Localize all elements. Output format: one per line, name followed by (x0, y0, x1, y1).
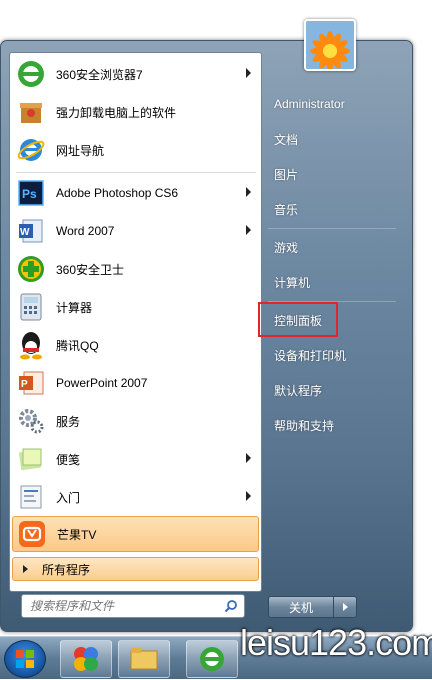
folder-icon (130, 648, 158, 670)
search-input[interactable] (28, 598, 222, 614)
divider (16, 172, 256, 173)
program-label: 芒果TV (57, 527, 97, 542)
360-browser-icon (14, 57, 48, 91)
watermark: leisu123.com (240, 622, 432, 663)
program-item-word[interactable]: W Word 2007 (10, 212, 261, 250)
shutdown-options-button[interactable] (333, 596, 357, 618)
flower-image (306, 21, 354, 69)
taskbar-browser-icon[interactable] (186, 640, 238, 678)
divider (268, 228, 396, 229)
program-item-calculator[interactable]: 计算器 (10, 288, 261, 326)
program-label: 入门 (56, 490, 81, 505)
start-orb-icon[interactable] (4, 640, 46, 678)
pictures-label: 图片 (274, 167, 299, 182)
photoshop-icon: Ps (14, 176, 48, 210)
user-name-link[interactable]: Administrator (268, 91, 398, 117)
word-icon: W (14, 214, 48, 248)
program-label: 服务 (56, 414, 81, 429)
program-item-360-safe[interactable]: 360安全卫士 (10, 250, 261, 288)
shutdown-label: 关机 (288, 600, 313, 615)
program-item-powerpoint[interactable]: P PowerPoint 2007 (10, 364, 261, 402)
documents-label: 文档 (274, 132, 299, 147)
360-browser-icon (200, 647, 224, 671)
taskbar-app-icon[interactable] (60, 640, 112, 678)
games-link[interactable]: 游戏 (268, 234, 398, 260)
qq-icon (14, 328, 48, 362)
submenu-arrow-icon[interactable] (246, 225, 251, 235)
music-link[interactable]: 音乐 (268, 196, 398, 222)
program-label: 腾讯QQ (56, 338, 99, 353)
music-label: 音乐 (274, 202, 299, 217)
mango-tv-icon (15, 517, 49, 551)
program-item-getting-started[interactable]: 入门 (10, 478, 261, 516)
program-item-sticky-notes[interactable]: 便笺 (10, 440, 261, 478)
getting-started-icon (14, 480, 48, 514)
program-label: 计算器 (56, 300, 93, 315)
submenu-arrow-icon[interactable] (246, 453, 251, 463)
program-item-url-nav[interactable]: 网址导航 (10, 131, 261, 169)
program-label: 360安全浏览器7 (56, 67, 143, 82)
program-item-qq[interactable]: 腾讯QQ (10, 326, 261, 364)
powerpoint-icon: P (14, 366, 48, 400)
highlight-box (258, 302, 338, 337)
submenu-arrow-icon[interactable] (246, 491, 251, 501)
all-programs-label: 所有程序 (42, 562, 91, 577)
program-label: 360安全卫士 (56, 262, 125, 277)
pictures-link[interactable]: 图片 (268, 161, 398, 187)
program-label: Adobe Photoshop CS6 (56, 186, 179, 200)
default-programs-label: 默认程序 (274, 383, 323, 398)
all-programs-button[interactable]: 所有程序 (12, 557, 259, 581)
expand-arrow-icon (23, 565, 28, 573)
svg-text:Ps: Ps (22, 187, 37, 201)
program-item-360-browser[interactable]: 360安全浏览器7 (10, 55, 261, 93)
program-label: 网址导航 (56, 143, 105, 158)
program-item-uninstall[interactable]: 强力卸载电脑上的软件 (10, 93, 261, 131)
program-item-photoshop[interactable]: Ps Adobe Photoshop CS6 (10, 174, 261, 212)
pinwheel-icon (74, 647, 98, 671)
taskbar-explorer-icon[interactable] (118, 640, 170, 678)
program-label: Word 2007 (56, 224, 115, 238)
shutdown-arrow-icon (342, 603, 348, 611)
program-label: 强力卸载电脑上的软件 (56, 105, 177, 120)
program-item-mango-tv[interactable]: 芒果TV (12, 516, 259, 552)
default-programs-link[interactable]: 默认程序 (268, 377, 398, 403)
user-avatar[interactable] (304, 19, 356, 71)
shutdown-button[interactable]: 关机 (268, 596, 334, 618)
computer-link[interactable]: 计算机 (268, 269, 398, 295)
program-label: 便笺 (56, 452, 81, 467)
submenu-arrow-icon[interactable] (246, 68, 251, 78)
360-safe-icon (14, 252, 48, 286)
uninstall-icon (14, 95, 48, 129)
ie-icon (14, 133, 48, 167)
help-support-link[interactable]: 帮助和支持 (268, 412, 398, 438)
user-name-label: Administrator (274, 97, 345, 111)
search-icon[interactable] (224, 599, 238, 613)
computer-label: 计算机 (274, 275, 311, 290)
services-icon (14, 404, 48, 438)
svg-text:P: P (21, 379, 28, 390)
program-item-services[interactable]: 服务 (10, 402, 261, 440)
search-box[interactable] (21, 594, 245, 618)
games-label: 游戏 (274, 240, 299, 255)
documents-link[interactable]: 文档 (268, 126, 398, 152)
sticky-notes-icon (14, 442, 48, 476)
svg-text:W: W (20, 227, 30, 238)
help-support-label: 帮助和支持 (274, 418, 335, 433)
devices-printers-label: 设备和打印机 (274, 348, 347, 363)
windows-logo-icon (16, 650, 34, 668)
program-label: PowerPoint 2007 (56, 376, 148, 390)
devices-printers-link[interactable]: 设备和打印机 (268, 342, 398, 368)
submenu-arrow-icon[interactable] (246, 187, 251, 197)
calculator-icon (14, 290, 48, 324)
program-list: 360安全浏览器7 强力卸载电脑上的软件 网址导航 Ps Adobe Photo… (9, 52, 262, 592)
